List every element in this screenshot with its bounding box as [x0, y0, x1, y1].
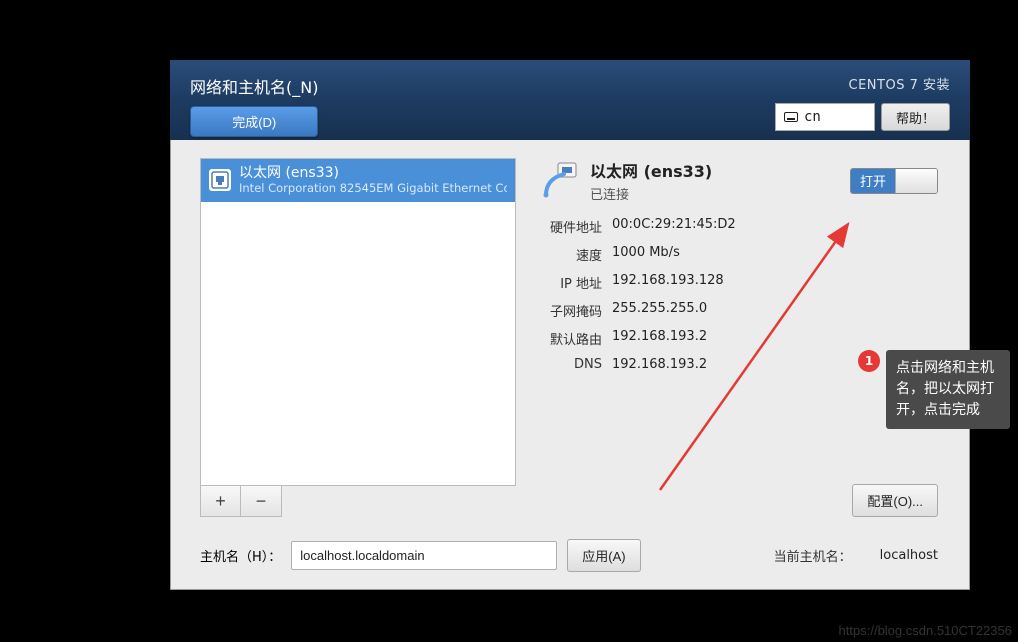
device-list-item[interactable]: 以太网 (ens33) Intel Corporation 82545EM Gi…: [201, 159, 515, 202]
subnet-mask-label: 子网掩码: [540, 301, 602, 320]
annotation-callout: 1 点击网络和主机名，把以太网打开，点击完成: [858, 350, 1010, 429]
subnet-mask-value: 255.255.255.0: [612, 301, 938, 320]
hostname-label: 主机名（H）：: [200, 546, 281, 565]
hw-address-label: 硬件地址: [540, 217, 602, 236]
hw-address-value: 00:0C:29:21:45:D2: [612, 217, 938, 236]
device-list-column: 以太网 (ens33) Intel Corporation 82545EM Gi…: [200, 158, 516, 517]
annotation-text: 点击网络和主机名，把以太网打开，点击完成: [886, 350, 1010, 429]
configure-button[interactable]: 配置(O)...: [852, 484, 938, 517]
ip-address-label: IP 地址: [540, 273, 602, 292]
body-area: 以太网 (ens33) Intel Corporation 82545EM Gi…: [170, 140, 970, 590]
device-name: 以太网 (ens33): [239, 165, 507, 182]
connection-toggle[interactable]: 打开: [850, 168, 938, 194]
toggle-on-label: 打开: [851, 169, 895, 193]
help-button[interactable]: 帮助！: [881, 103, 950, 131]
list-controls: + −: [200, 486, 282, 517]
speed-label: 速度: [540, 245, 602, 264]
add-device-button[interactable]: +: [201, 486, 241, 516]
detail-status: 已连接: [590, 184, 712, 203]
installer-title: CENTOS 7 安装: [849, 74, 950, 93]
ethernet-icon: [209, 169, 231, 191]
gateway-label: 默认路由: [540, 329, 602, 348]
remove-device-button[interactable]: −: [241, 486, 281, 516]
apply-hostname-button[interactable]: 应用(A): [567, 539, 640, 572]
hostname-row: 主机名（H）： 应用(A) 当前主机名： localhost: [200, 539, 938, 572]
toggle-handle: [895, 169, 937, 193]
current-hostname-label: 当前主机名：: [774, 546, 852, 565]
current-hostname-value: localhost: [880, 548, 938, 563]
device-list[interactable]: 以太网 (ens33) Intel Corporation 82545EM Gi…: [200, 158, 516, 486]
detail-title: 以太网 (ens33): [590, 158, 712, 182]
done-button[interactable]: 完成(D): [190, 106, 318, 137]
ethernet-large-icon: [536, 159, 580, 203]
dns-label: DNS: [540, 357, 602, 372]
installer-window: 网络和主机名(_N) 完成(D) CENTOS 7 安装 cn 帮助！: [170, 60, 970, 590]
watermark: https://blog.csdn.510CT22356: [839, 623, 1012, 638]
annotation-badge: 1: [858, 350, 880, 372]
device-desc: Intel Corporation 82545EM Gigabit Ethern…: [239, 182, 507, 196]
lang-code: cn: [804, 109, 821, 125]
ip-address-value: 192.168.193.128: [612, 273, 938, 292]
speed-value: 1000 Mb/s: [612, 245, 938, 264]
gateway-value: 192.168.193.2: [612, 329, 938, 348]
device-detail-column: 以太网 (ens33) 已连接 打开 硬件地址 00:0C:29:21:45:D…: [536, 158, 938, 517]
keyboard-icon: [784, 112, 798, 122]
page-title: 网络和主机名(_N): [190, 74, 318, 98]
properties-grid: 硬件地址 00:0C:29:21:45:D2 速度 1000 Mb/s IP 地…: [540, 217, 938, 372]
hostname-input[interactable]: [291, 541, 557, 570]
header-bar: 网络和主机名(_N) 完成(D) CENTOS 7 安装 cn 帮助！: [170, 60, 970, 140]
keyboard-layout-indicator[interactable]: cn: [775, 103, 875, 131]
